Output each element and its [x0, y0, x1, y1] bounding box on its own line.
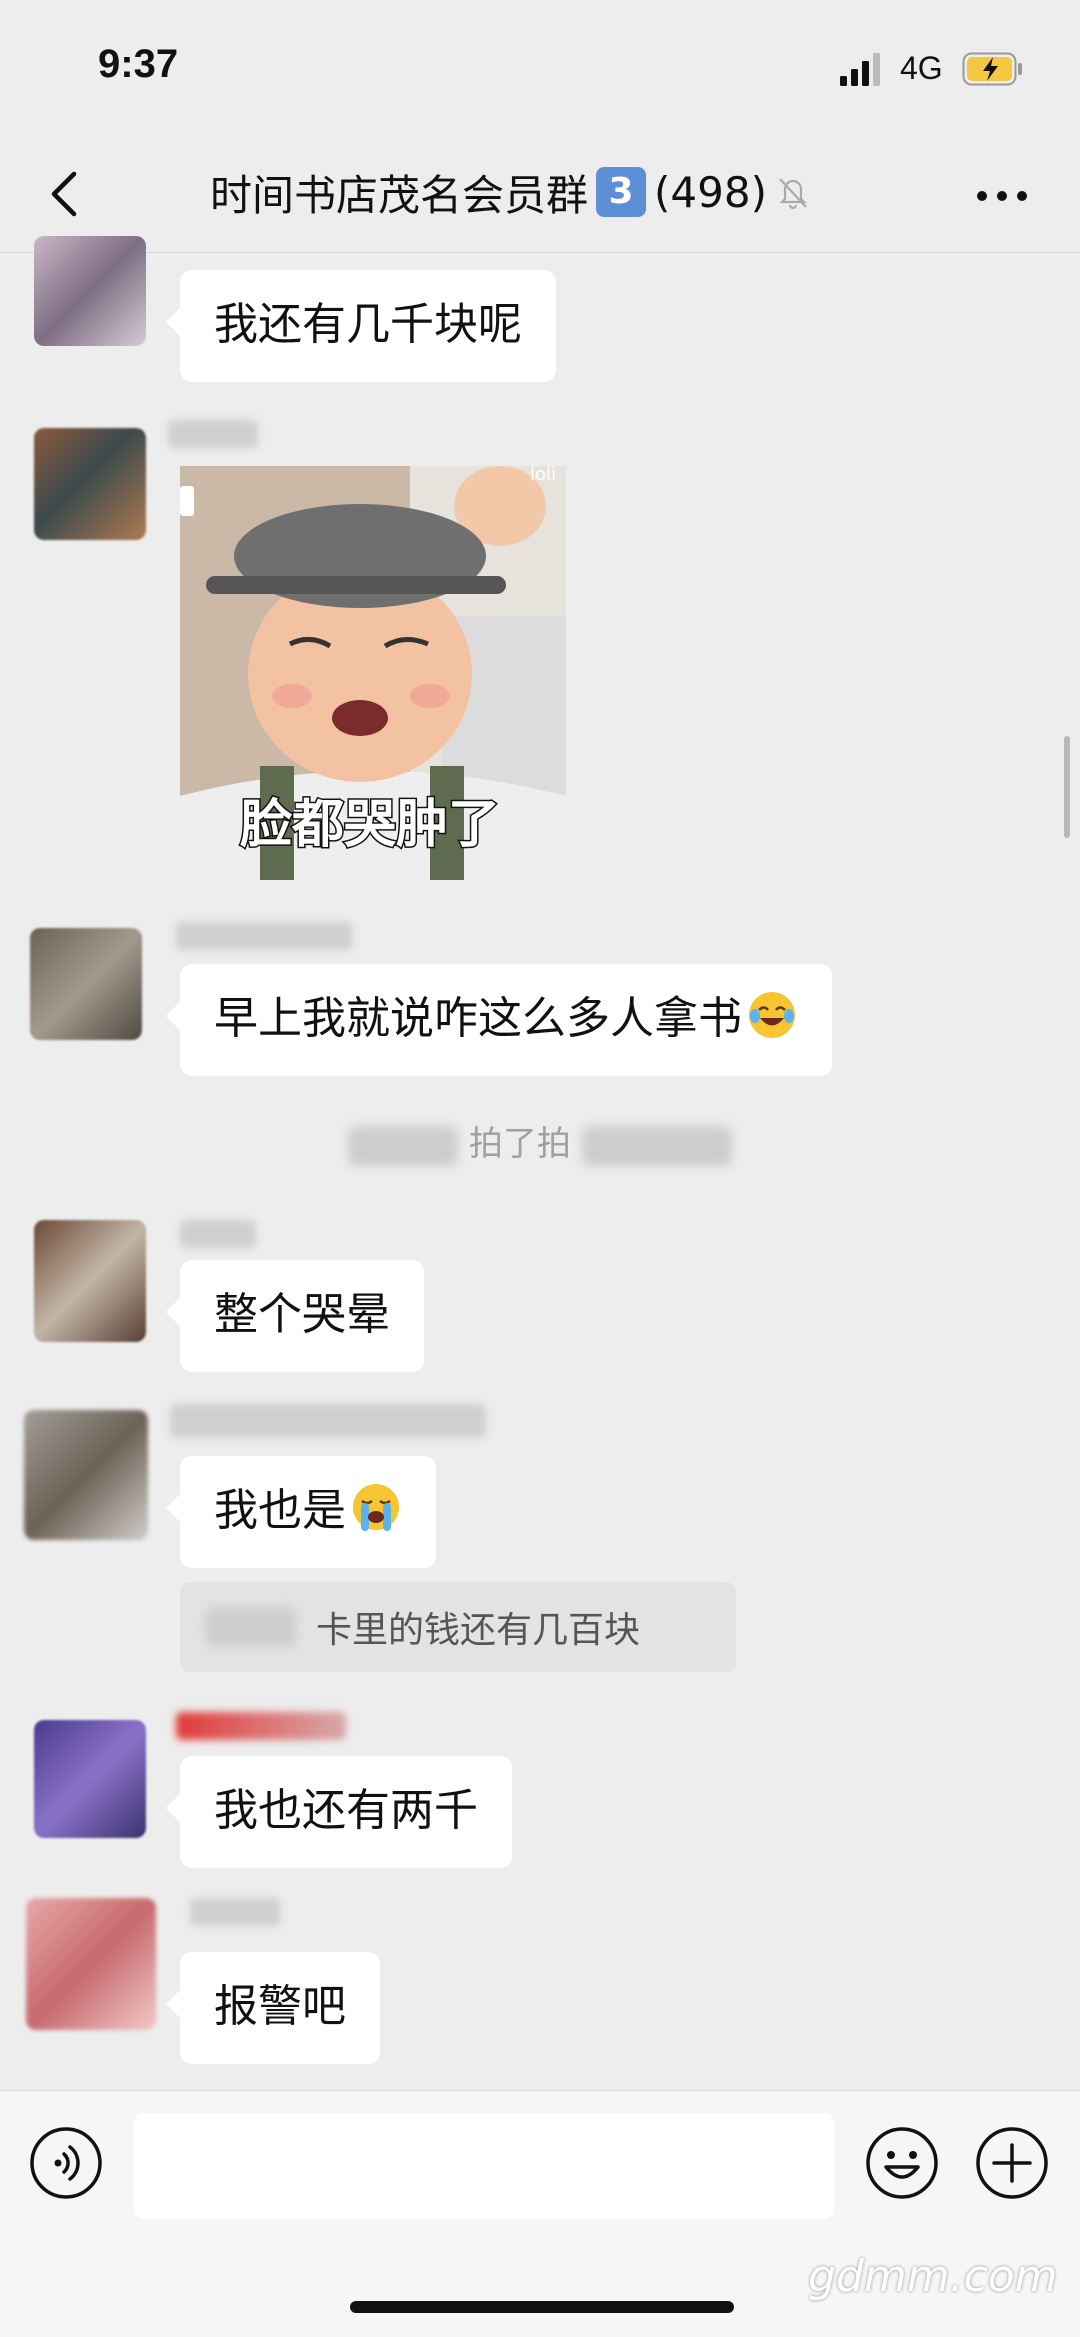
battery-charging-icon: [962, 52, 1022, 86]
more-options-icon[interactable]: [972, 176, 1032, 216]
message-bubble[interactable]: 整个哭晕: [166, 1260, 424, 1372]
emoji-button-icon[interactable]: [864, 2125, 940, 2201]
add-more-icon[interactable]: [974, 2125, 1050, 2201]
system-pat-message: 拍了拍: [320, 1116, 760, 1172]
sender-name: [176, 1712, 346, 1740]
redacted-name: [348, 1125, 459, 1166]
sender-name: [180, 1220, 256, 1248]
message-text: 整个哭晕: [214, 1289, 390, 1340]
message-text: 我也还有两千: [214, 1785, 478, 1836]
sender-name: [168, 420, 258, 448]
home-indicator[interactable]: [350, 2301, 734, 2313]
message-text: 我还有几千块呢: [214, 299, 522, 350]
member-count: (498): [654, 167, 767, 217]
sticker-corner-text: loli: [530, 466, 556, 485]
message-text: 早上我就说咋这么多人拿书: [214, 993, 742, 1044]
message-bubble[interactable]: 我也是: [166, 1456, 436, 1568]
avatar[interactable]: [26, 1898, 156, 2030]
status-bar: 9:37 4G: [0, 0, 1080, 140]
network-type: 4G: [900, 50, 943, 86]
chat-title: 时间书店茂名会员群 3 (498): [210, 162, 813, 222]
avatar[interactable]: [24, 1410, 148, 1540]
quoted-message[interactable]: 卡里的钱还有几百块: [180, 1582, 736, 1672]
group-name: 时间书店茂名会员群: [210, 170, 589, 220]
mute-bell-icon: [779, 178, 807, 210]
back-icon[interactable]: [36, 164, 96, 224]
voice-input-icon[interactable]: [28, 2125, 104, 2201]
message-text: 我也是: [214, 1485, 346, 1536]
signal-icon: [840, 53, 880, 86]
message-bubble[interactable]: 我也还有两千: [166, 1756, 512, 1868]
quoted-text: 卡里的钱还有几百块: [316, 1610, 641, 1651]
message-bubble[interactable]: 报警吧: [166, 1952, 380, 2064]
avatar[interactable]: [34, 428, 146, 540]
sender-name: [190, 1898, 280, 1926]
loudly-crying-face-icon: [353, 1484, 399, 1531]
scroll-indicator[interactable]: [1064, 736, 1070, 838]
avatar[interactable]: [30, 928, 142, 1040]
watermark: gdmm.com: [808, 2251, 1058, 2302]
chat-header: 时间书店茂名会员群 3 (498): [0, 140, 1080, 253]
avatar[interactable]: [34, 1720, 146, 1838]
message-bubble[interactable]: 早上我就说咋这么多人拿书: [166, 964, 832, 1076]
redacted-name: [581, 1125, 732, 1166]
face-with-tears-of-joy-icon: [749, 992, 795, 1038]
group-number-badge: 3: [596, 167, 647, 217]
avatar[interactable]: [34, 236, 146, 346]
input-bar: gdmm.com: [0, 2090, 1080, 2337]
sender-name: [170, 1404, 486, 1438]
avatar[interactable]: [34, 1220, 146, 1342]
status-time: 9:37: [98, 42, 179, 86]
message-text: 报警吧: [214, 1981, 346, 2032]
redacted-name: [206, 1607, 296, 1647]
sticker-caption: 脸都哭肿了: [240, 795, 500, 855]
message-input[interactable]: [134, 2113, 834, 2219]
sender-name: [176, 922, 352, 950]
sticker-image[interactable]: loli 脸都哭肿了: [180, 466, 566, 880]
system-text: 拍了拍: [469, 1124, 571, 1164]
message-bubble[interactable]: 我还有几千块呢: [166, 270, 556, 382]
